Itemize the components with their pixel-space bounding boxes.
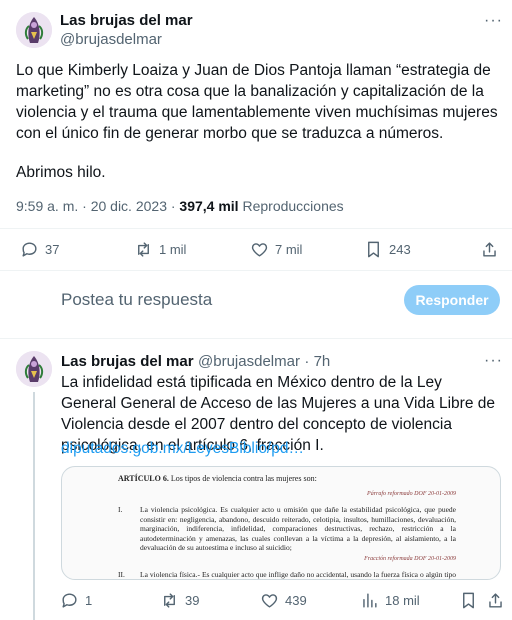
- reply-bookmark-button[interactable]: [459, 591, 478, 610]
- document-image[interactable]: ARTÍCULO 6. Los tipos de violencia contr…: [61, 466, 501, 580]
- reply-timestamp[interactable]: · 7h: [304, 353, 330, 370]
- reply-header: Las brujas del mar @brujasdelmar · 7h: [61, 353, 330, 371]
- repost-icon: [138, 242, 149, 257]
- reply-repost-button[interactable]: 39: [160, 591, 199, 610]
- divider: [0, 338, 512, 339]
- reply-author-handle[interactable]: @brujasdelmar: [198, 353, 300, 370]
- tweet-meta: 9:59 a. m. · 20 dic. 2023 · 397,4 mil Re…: [16, 198, 344, 214]
- share-icon: [489, 593, 502, 608]
- bookmark-count: 243: [389, 242, 411, 257]
- reply-share-button[interactable]: [486, 591, 505, 610]
- reply-icon: [62, 593, 77, 608]
- doc-note-2: Fracción reformada DOF 20-01-2009: [364, 555, 456, 562]
- reply-like-count: 439: [285, 593, 307, 608]
- tweet-timestamp[interactable]: 9:59 a. m. · 20 dic. 2023 ·: [16, 198, 176, 214]
- document-content: ARTÍCULO 6. Los tipos de violencia contr…: [118, 474, 456, 579]
- doc-heading-rest: Los tipos de violencia contra las mujere…: [168, 474, 317, 483]
- tweet-text-2: Abrimos hilo.: [16, 164, 106, 181]
- doc-heading-bold: ARTÍCULO 6.: [118, 474, 169, 483]
- reply-icon: [22, 242, 37, 257]
- share-button[interactable]: [480, 240, 499, 259]
- bookmark-button[interactable]: 243: [364, 240, 411, 259]
- thread-line: [33, 392, 35, 620]
- author-name[interactable]: Las brujas del mar: [60, 12, 193, 29]
- doc-item-1-text: La violencia psicológica. Es cualquier a…: [140, 505, 456, 552]
- doc-item-2-text: La violencia física.- Es cualquier acto …: [140, 570, 456, 579]
- reply-reply-button[interactable]: 1: [60, 591, 92, 610]
- reply-author-avatar[interactable]: [16, 351, 52, 387]
- author-handle[interactable]: @brujasdelmar: [60, 31, 162, 48]
- reply-repost-count: 39: [185, 593, 200, 608]
- views-chart-icon: [363, 593, 377, 608]
- reply-views-count: 18 mil: [385, 593, 420, 608]
- tweet-text: Lo que Kimberly Loaiza y Juan de Dios Pa…: [16, 62, 498, 142]
- doc-item-2: II. La violencia física.- Es cualquier a…: [118, 570, 456, 579]
- views-label: Reproducciones: [242, 198, 344, 214]
- reply-count: 37: [45, 242, 60, 257]
- reply-more-options-icon[interactable]: ···: [484, 352, 503, 370]
- reply-author-name[interactable]: Las brujas del mar: [61, 353, 194, 370]
- reply-button[interactable]: 37: [20, 240, 59, 259]
- doc-note-1: Párrafo reformado DOF 20-01-2009: [367, 490, 456, 497]
- doc-heading: ARTÍCULO 6. Los tipos de violencia contr…: [118, 474, 456, 484]
- doc-item-1: I. La violencia psicológica. Es cualquie…: [118, 505, 456, 553]
- divider: [0, 228, 512, 229]
- reply-link[interactable]: diputados.gob.mx/LeyesBiblio/pd…: [61, 440, 304, 458]
- like-count: 7 mil: [275, 242, 303, 257]
- repost-icon: [164, 593, 175, 608]
- heart-icon: [251, 243, 268, 257]
- avatar-image: [16, 12, 52, 48]
- reply-submit-button[interactable]: Responder: [404, 285, 500, 315]
- bookmark-icon: [463, 592, 474, 609]
- like-button[interactable]: 7 mil: [250, 240, 302, 259]
- repost-button[interactable]: 1 mil: [134, 240, 186, 259]
- doc-item-2-num: II.: [118, 570, 125, 579]
- share-icon: [483, 242, 496, 257]
- reply-views-button[interactable]: 18 mil: [360, 591, 420, 610]
- divider: [0, 270, 512, 271]
- heart-icon: [261, 594, 278, 608]
- repost-count: 1 mil: [159, 242, 187, 257]
- reply-input[interactable]: Postea tu respuesta: [61, 290, 212, 310]
- doc-item-1-num: I.: [118, 505, 123, 514]
- bookmark-icon: [368, 241, 379, 258]
- views-count: 397,4 mil: [179, 198, 239, 214]
- author-avatar[interactable]: [16, 12, 52, 48]
- reply-like-button[interactable]: 439: [260, 591, 307, 610]
- reply-reply-count: 1: [85, 593, 93, 608]
- avatar-image: [16, 351, 52, 387]
- more-options-icon[interactable]: ···: [484, 12, 503, 30]
